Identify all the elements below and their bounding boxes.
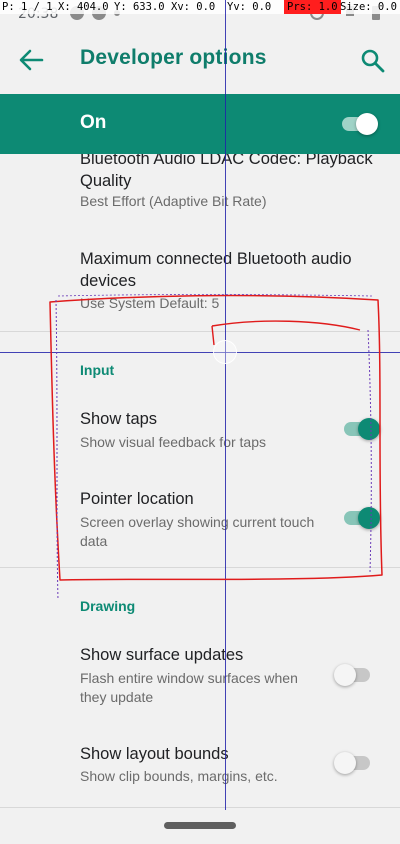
pointer-crosshair-horizontal: [0, 352, 400, 353]
switch-thumb: [334, 752, 356, 774]
pointer-location-switch[interactable]: [342, 506, 382, 530]
touch-indicator: [213, 340, 237, 364]
pointer-pressure: Prs: 1.0: [284, 0, 341, 14]
pointer-size: Size: 0.0: [340, 1, 397, 13]
preferences-list[interactable]: Bluetooth Audio LDAC Codec: Playback Qua…: [0, 154, 400, 810]
switch-thumb: [334, 664, 356, 686]
home-gesture-pill[interactable]: [164, 822, 236, 829]
divider: [0, 567, 400, 568]
divider: [0, 331, 400, 332]
switch-thumb: [358, 507, 380, 529]
pref-title: Pointer location: [80, 490, 194, 508]
pref-title: Bluetooth Audio LDAC Codec: Playback Qua…: [80, 154, 373, 190]
arrow-back-icon[interactable]: [18, 48, 44, 72]
pointer-crosshair-vertical: [225, 0, 226, 844]
master-switch-bar[interactable]: On: [0, 94, 400, 154]
category-input-title: Input: [80, 362, 115, 378]
show-layout-bounds-switch[interactable]: [334, 751, 374, 775]
system-navigation-bar: [0, 810, 400, 844]
pref-summary: Flash entire window surfaces when they u…: [80, 670, 298, 705]
page-title: Developer options: [80, 46, 267, 69]
show-taps-switch[interactable]: [342, 417, 382, 441]
master-toggle-switch[interactable]: [340, 112, 380, 136]
pointer-y: Y: 633.0: [114, 1, 165, 13]
switch-thumb: [358, 418, 380, 440]
pref-summary: Show visual feedback for taps: [80, 434, 266, 450]
pointer-x: X: 404.0: [58, 1, 109, 13]
pointer-x-velocity: Xv: 0.0: [171, 1, 216, 13]
pref-summary: Screen overlay showing current touch dat…: [80, 514, 315, 549]
pref-summary: Use System Default: 5: [80, 295, 220, 311]
pointer-location-readout: P: 1 / 1 X: 404.0 Y: 633.0 Xv: 0.0 Yv: 0…: [0, 0, 400, 14]
pref-title: Show taps: [80, 410, 158, 428]
pointer-y-velocity: Yv: 0.0: [227, 1, 272, 13]
category-drawing-title: Drawing: [80, 598, 136, 614]
show-surface-updates-switch[interactable]: [334, 663, 374, 687]
pref-title: Maximum connected Bluetooth audio device…: [80, 250, 352, 290]
pointer-count: P: 1 / 1: [2, 1, 53, 13]
pref-summary: Best Effort (Adaptive Bit Rate): [80, 193, 267, 209]
switch-thumb: [356, 113, 378, 135]
app-bar: Developer options: [0, 26, 400, 94]
master-switch-label: On: [80, 112, 107, 133]
divider: [0, 807, 400, 808]
search-icon[interactable]: [360, 48, 386, 74]
